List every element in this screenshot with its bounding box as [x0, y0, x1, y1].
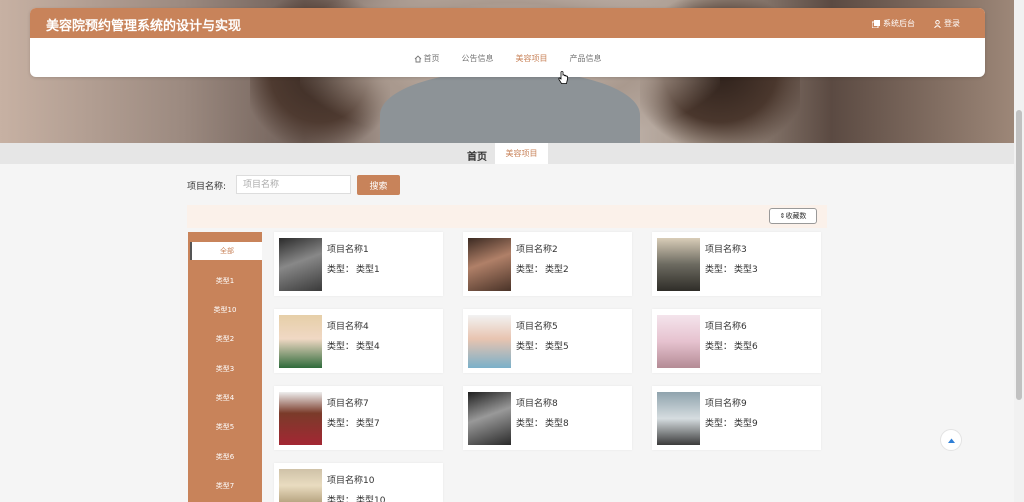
- project-image: [279, 238, 322, 291]
- project-image: [657, 315, 700, 368]
- project-name: 项目名称5: [516, 322, 558, 332]
- project-type: 类型： 类型5: [516, 342, 569, 352]
- back-to-top-button[interactable]: [940, 429, 962, 451]
- project-name: 项目名称10: [327, 476, 375, 486]
- category-item[interactable]: 类型2: [188, 330, 262, 348]
- admin-link[interactable]: 系统后台: [872, 18, 915, 29]
- header-bar: 美容院预约管理系统的设计与实现 系统后台 登录: [30, 8, 985, 38]
- project-name: 项目名称4: [327, 322, 369, 332]
- category-item[interactable]: 类型4: [188, 389, 262, 407]
- copy-icon: [872, 19, 880, 28]
- project-card[interactable]: 项目名称1 类型： 类型1: [274, 232, 443, 296]
- category-item[interactable]: 类型1: [188, 272, 262, 290]
- home-icon: [414, 54, 421, 62]
- project-name: 项目名称1: [327, 245, 369, 255]
- project-type: 类型： 类型3: [705, 265, 758, 275]
- arrow-up-icon: [948, 438, 955, 443]
- sort-bar: ⇕收藏数: [187, 205, 827, 228]
- project-name: 项目名称6: [705, 322, 747, 332]
- scrollbar-thumb[interactable]: [1016, 110, 1022, 400]
- sort-by-favorites-button[interactable]: ⇕收藏数: [769, 208, 817, 224]
- category-item[interactable]: 类型5: [188, 418, 262, 436]
- project-image: [468, 238, 511, 291]
- search-input[interactable]: [236, 175, 351, 194]
- search-label: 项目名称:: [187, 182, 227, 192]
- project-card[interactable]: 项目名称7 类型： 类型7: [274, 386, 443, 450]
- category-item[interactable]: 类型3: [188, 360, 262, 378]
- project-card[interactable]: 项目名称6 类型： 类型6: [652, 309, 821, 373]
- category-item[interactable]: 类型7: [188, 477, 262, 495]
- sort-label: 收藏数: [785, 212, 807, 220]
- admin-link-label: 系统后台: [883, 19, 915, 28]
- project-image: [468, 392, 511, 445]
- project-type: 类型： 类型10: [327, 496, 386, 502]
- nav-item-beauty-projects[interactable]: 美容项目: [516, 53, 548, 64]
- nav-item-label: 公告信息: [461, 54, 494, 63]
- project-image: [657, 238, 700, 291]
- project-card[interactable]: 项目名称2 类型： 类型2: [463, 232, 632, 296]
- category-item[interactable]: 类型10: [188, 301, 262, 319]
- project-name: 项目名称7: [327, 399, 369, 409]
- user-icon: [934, 19, 941, 28]
- login-link-label: 登录: [944, 19, 960, 28]
- project-card[interactable]: 项目名称9 类型： 类型9: [652, 386, 821, 450]
- project-card[interactable]: 项目名称4 类型： 类型4: [274, 309, 443, 373]
- nav-item-notices[interactable]: 公告信息: [462, 53, 494, 64]
- category-sidebar: 全部 类型1 类型10 类型2 类型3 类型4 类型5 类型6 类型7: [188, 232, 262, 502]
- project-type: 类型： 类型8: [516, 419, 569, 429]
- nav-item-label: 首页: [423, 54, 440, 63]
- project-image: [657, 392, 700, 445]
- breadcrumb-current: 美容项目: [495, 143, 548, 164]
- project-name: 项目名称9: [705, 399, 747, 409]
- header: 美容院预约管理系统的设计与实现 系统后台 登录 首页 公告信息 美容项目 产品信…: [30, 8, 985, 84]
- project-type: 类型： 类型4: [327, 342, 380, 352]
- hand-cursor-icon: [558, 71, 568, 84]
- nav-item-label: 产品信息: [569, 54, 602, 63]
- project-name: 项目名称3: [705, 245, 747, 255]
- project-name: 项目名称2: [516, 245, 558, 255]
- category-item[interactable]: 类型6: [188, 448, 262, 466]
- breadcrumb: 首页 美容项目: [0, 143, 1014, 164]
- project-type: 类型： 类型6: [705, 342, 758, 352]
- project-image: [279, 469, 322, 502]
- site-title: 美容院预约管理系统的设计与实现: [46, 19, 242, 34]
- project-card[interactable]: 项目名称3 类型： 类型3: [652, 232, 821, 296]
- project-card[interactable]: 项目名称8 类型： 类型8: [463, 386, 632, 450]
- nav-item-home[interactable]: 首页: [414, 53, 440, 64]
- project-type: 类型： 类型2: [516, 265, 569, 275]
- nav-item-products[interactable]: 产品信息: [570, 53, 602, 64]
- project-type: 类型： 类型7: [327, 419, 380, 429]
- category-item[interactable]: 全部: [190, 242, 262, 260]
- scrollbar[interactable]: [1014, 0, 1024, 502]
- nav-item-label: 美容项目: [515, 54, 548, 63]
- project-type: 类型： 类型1: [327, 265, 380, 275]
- main-nav: 首页 公告信息 美容项目 产品信息: [30, 53, 985, 64]
- project-image: [468, 315, 511, 368]
- project-type: 类型： 类型9: [705, 419, 758, 429]
- project-name: 项目名称8: [516, 399, 558, 409]
- project-card[interactable]: 项目名称5 类型： 类型5: [463, 309, 632, 373]
- project-image: [279, 392, 322, 445]
- search-button[interactable]: 搜索: [357, 175, 400, 195]
- project-card[interactable]: 项目名称10 类型： 类型10: [274, 463, 443, 502]
- breadcrumb-home[interactable]: 首页: [467, 148, 487, 163]
- project-image: [279, 315, 322, 368]
- login-link[interactable]: 登录: [934, 18, 960, 29]
